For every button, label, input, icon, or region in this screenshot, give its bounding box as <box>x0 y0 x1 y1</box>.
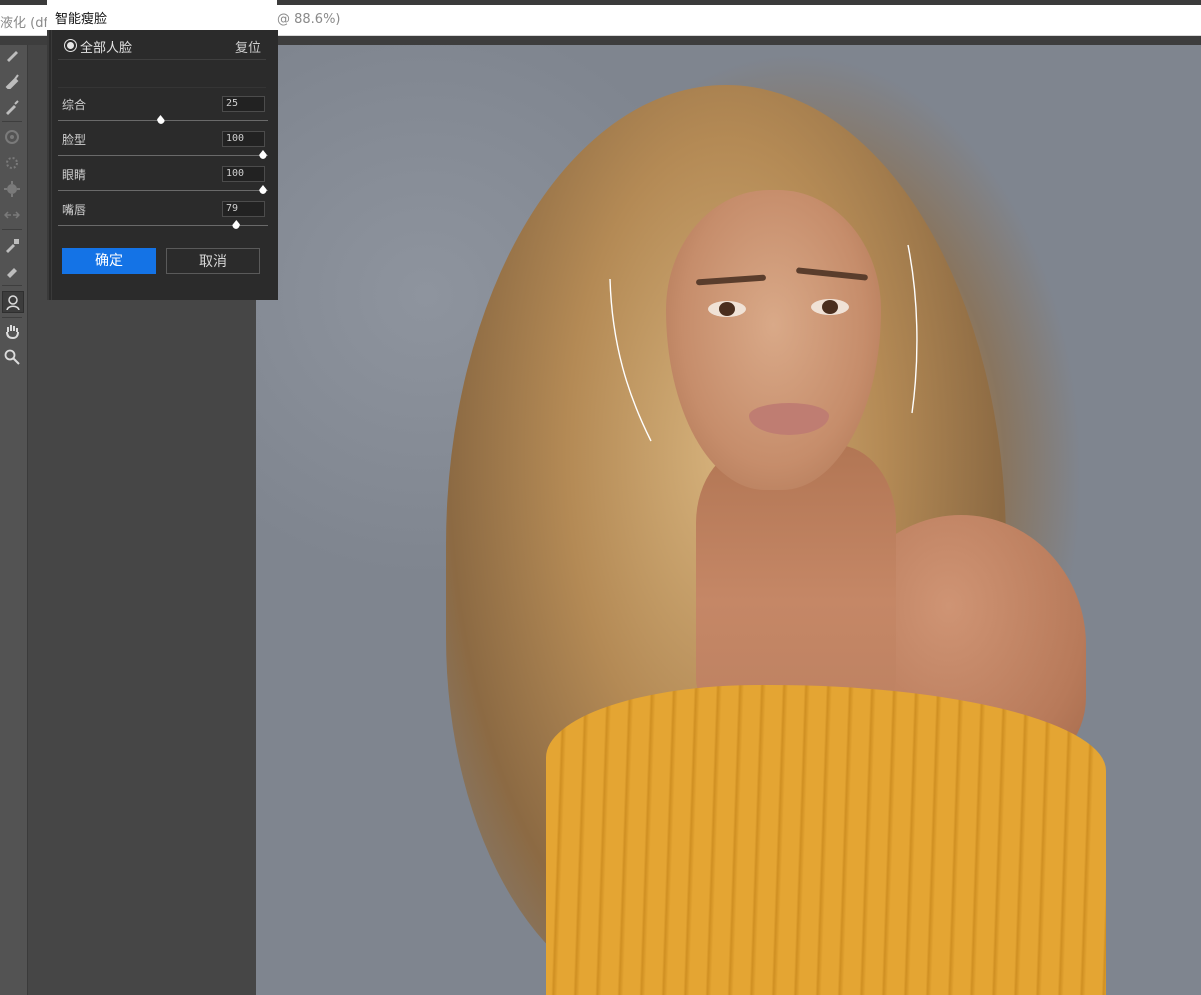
face-outline-overlay <box>609 244 918 442</box>
smooth-brush-icon[interactable] <box>2 97 22 117</box>
thaw-mask-icon[interactable] <box>2 261 22 281</box>
face-tool-icon[interactable] <box>2 291 24 313</box>
all-faces-label[interactable]: 全部人脸 <box>80 37 132 56</box>
face-shape-slider-thumb[interactable] <box>259 150 267 159</box>
face-slim-dialog: 全部人脸 复位 综合 25 脸型 100 眼睛 100 嘴唇 79 确定 取消 <box>47 30 278 300</box>
pucker-icon[interactable] <box>2 153 22 173</box>
face-shape-value-field[interactable]: 100 <box>222 131 265 147</box>
dialog-title: 智能瘦脸 <box>55 12 108 27</box>
overall-slider-thumb[interactable] <box>156 115 165 124</box>
eyes-slider-thumb[interactable] <box>259 185 267 194</box>
zoom-readout: @ 88.6%) <box>277 12 341 27</box>
toolbar-separator <box>2 317 22 318</box>
all-faces-radio[interactable] <box>64 39 77 52</box>
lips-value-field[interactable]: 79 <box>222 201 265 217</box>
face-shape-slider-track[interactable] <box>58 155 268 156</box>
dialog-title-bar[interactable]: 智能瘦脸 <box>47 0 277 31</box>
forward-warp-icon[interactable] <box>2 45 22 65</box>
face-outline-left <box>609 278 652 442</box>
toolbar-separator <box>2 121 22 122</box>
eyes-value-field[interactable]: 100 <box>222 166 265 182</box>
eyes-slider-track[interactable] <box>58 190 268 191</box>
eyes-label: 眼睛 <box>62 168 87 182</box>
zoom-icon[interactable] <box>2 347 22 367</box>
lips-label: 嘴唇 <box>62 203 87 217</box>
toolbar-separator <box>2 285 22 286</box>
dialog-grip[interactable] <box>48 30 54 300</box>
hand-icon[interactable] <box>2 321 22 341</box>
liquify-toolbar <box>0 45 28 995</box>
reset-button[interactable]: 复位 <box>235 37 261 56</box>
lips-slider-thumb[interactable] <box>232 220 241 229</box>
overall-label: 综合 <box>62 98 87 112</box>
reconstruct-brush-icon[interactable] <box>2 71 22 91</box>
bloat-icon[interactable] <box>2 179 22 199</box>
face-shape-label: 脸型 <box>62 133 87 147</box>
ok-button[interactable]: 确定 <box>62 248 156 274</box>
overall-value-field[interactable]: 25 <box>222 96 265 112</box>
divider <box>58 59 266 60</box>
divider <box>58 87 266 88</box>
face-outline-right <box>907 244 918 414</box>
freeze-mask-icon[interactable] <box>2 235 22 255</box>
toolbar-separator <box>2 229 22 230</box>
cancel-button[interactable]: 取消 <box>166 248 260 274</box>
push-left-icon[interactable] <box>2 205 22 225</box>
image-canvas[interactable] <box>256 45 1201 995</box>
twirl-icon[interactable] <box>2 127 22 147</box>
